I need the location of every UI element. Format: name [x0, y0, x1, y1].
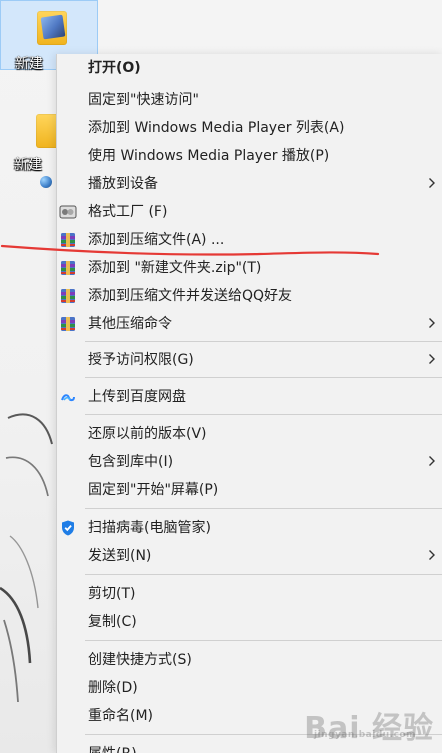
menu-item-copy[interactable]: 复制(C) — [57, 608, 442, 636]
menu-item-format-factory[interactable]: 格式工厂 (F) — [57, 198, 442, 226]
menu-item-properties[interactable]: 属性(R) — [57, 740, 442, 753]
winrar-icon — [61, 261, 75, 275]
menu-item-label: 添加到压缩文件并发送给QQ好友 — [88, 288, 293, 304]
wallpaper-sketch — [0, 413, 53, 703]
menu-item-label: 其他压缩命令 — [88, 316, 172, 332]
menu-item-label: 复制(C) — [88, 614, 137, 630]
menu-separator — [85, 341, 442, 342]
menu-item-send-to[interactable]: 发送到(N) — [57, 542, 442, 570]
menu-item-label: 添加到压缩文件(A) ... — [88, 232, 225, 248]
menu-item-rename[interactable]: 重命名(M) — [57, 702, 442, 730]
desktop-folder-label: 新建 — [14, 157, 42, 173]
menu-item-label: 授予访问权限(G) — [88, 352, 194, 368]
winrar-icon — [61, 289, 75, 303]
menu-item-label: 格式工厂 (F) — [88, 204, 168, 220]
menu-item-label: 发送到(N) — [88, 548, 152, 564]
menu-item-add-to-archive[interactable]: 添加到压缩文件(A) ... — [57, 226, 442, 254]
menu-item-include-library[interactable]: 包含到库中(I) — [57, 448, 442, 476]
menu-item-add-wmp-list[interactable]: 添加到 Windows Media Player 列表(A) — [57, 114, 442, 142]
menu-item-add-to-zip[interactable]: 添加到 "新建文件夹.zip"(T) — [57, 254, 442, 282]
chevron-right-icon — [429, 178, 435, 188]
chevron-right-icon — [429, 550, 435, 560]
desktop-background: 新建 新建 打开(O) 固定到"快速访问" 添加到 Windows Media … — [0, 0, 442, 753]
menu-item-cut[interactable]: 剪切(T) — [57, 580, 442, 608]
menu-item-label: 使用 Windows Media Player 播放(P) — [88, 148, 330, 164]
menu-item-play-wmp[interactable]: 使用 Windows Media Player 播放(P) — [57, 142, 442, 170]
chevron-right-icon — [429, 318, 435, 328]
menu-item-open[interactable]: 打开(O) — [57, 54, 442, 82]
menu-item-label: 创建快捷方式(S) — [88, 652, 192, 668]
menu-separator — [85, 508, 442, 509]
chevron-right-icon — [429, 456, 435, 466]
desktop-shortcut-icon — [40, 176, 52, 188]
menu-item-delete[interactable]: 删除(D) — [57, 674, 442, 702]
menu-item-label: 添加到 Windows Media Player 列表(A) — [88, 120, 345, 136]
tencent-pc-manager-icon — [62, 520, 74, 536]
chevron-right-icon — [429, 354, 435, 364]
menu-item-other-compress[interactable]: 其他压缩命令 — [57, 310, 442, 338]
menu-item-label: 上传到百度网盘 — [88, 389, 186, 405]
menu-item-label: 剪切(T) — [88, 586, 136, 602]
menu-separator — [85, 734, 442, 735]
desktop-folder-label: 新建 — [15, 56, 43, 72]
folder-icon — [37, 11, 67, 45]
winrar-icon — [61, 317, 75, 331]
menu-item-scan-virus[interactable]: 扫描病毒(电脑管家) — [57, 514, 442, 542]
menu-item-restore-previous[interactable]: 还原以前的版本(V) — [57, 420, 442, 448]
menu-item-label: 属性(R) — [88, 745, 137, 753]
menu-item-pin-quick-access[interactable]: 固定到"快速访问" — [57, 86, 442, 114]
menu-separator — [85, 574, 442, 575]
menu-item-pin-start[interactable]: 固定到"开始"屏幕(P) — [57, 476, 442, 504]
menu-item-label: 删除(D) — [88, 680, 138, 696]
menu-separator — [85, 377, 442, 378]
menu-item-upload-baidu[interactable]: 上传到百度网盘 — [57, 383, 442, 411]
menu-item-archive-send-qq[interactable]: 添加到压缩文件并发送给QQ好友 — [57, 282, 442, 310]
menu-item-label: 包含到库中(I) — [88, 454, 174, 470]
baidu-netdisk-icon — [61, 394, 75, 402]
menu-item-label: 固定到"开始"屏幕(P) — [88, 482, 219, 498]
menu-item-label: 重命名(M) — [88, 708, 154, 724]
menu-item-give-access[interactable]: 授予访问权限(G) — [57, 346, 442, 374]
menu-item-create-shortcut[interactable]: 创建快捷方式(S) — [57, 646, 442, 674]
menu-separator — [85, 640, 442, 641]
format-factory-icon — [59, 205, 77, 219]
menu-item-label: 添加到 "新建文件夹.zip"(T) — [88, 260, 262, 276]
context-menu: 打开(O) 固定到"快速访问" 添加到 Windows Media Player… — [56, 54, 442, 753]
menu-separator — [85, 414, 442, 415]
menu-item-label: 固定到"快速访问" — [88, 92, 199, 108]
menu-item-play-to-device[interactable]: 播放到设备 — [57, 170, 442, 198]
menu-item-label: 扫描病毒(电脑管家) — [88, 520, 211, 536]
winrar-icon — [61, 233, 75, 247]
menu-item-label: 播放到设备 — [88, 176, 158, 192]
menu-item-label: 还原以前的版本(V) — [88, 426, 207, 442]
menu-item-label: 打开(O) — [88, 60, 141, 76]
